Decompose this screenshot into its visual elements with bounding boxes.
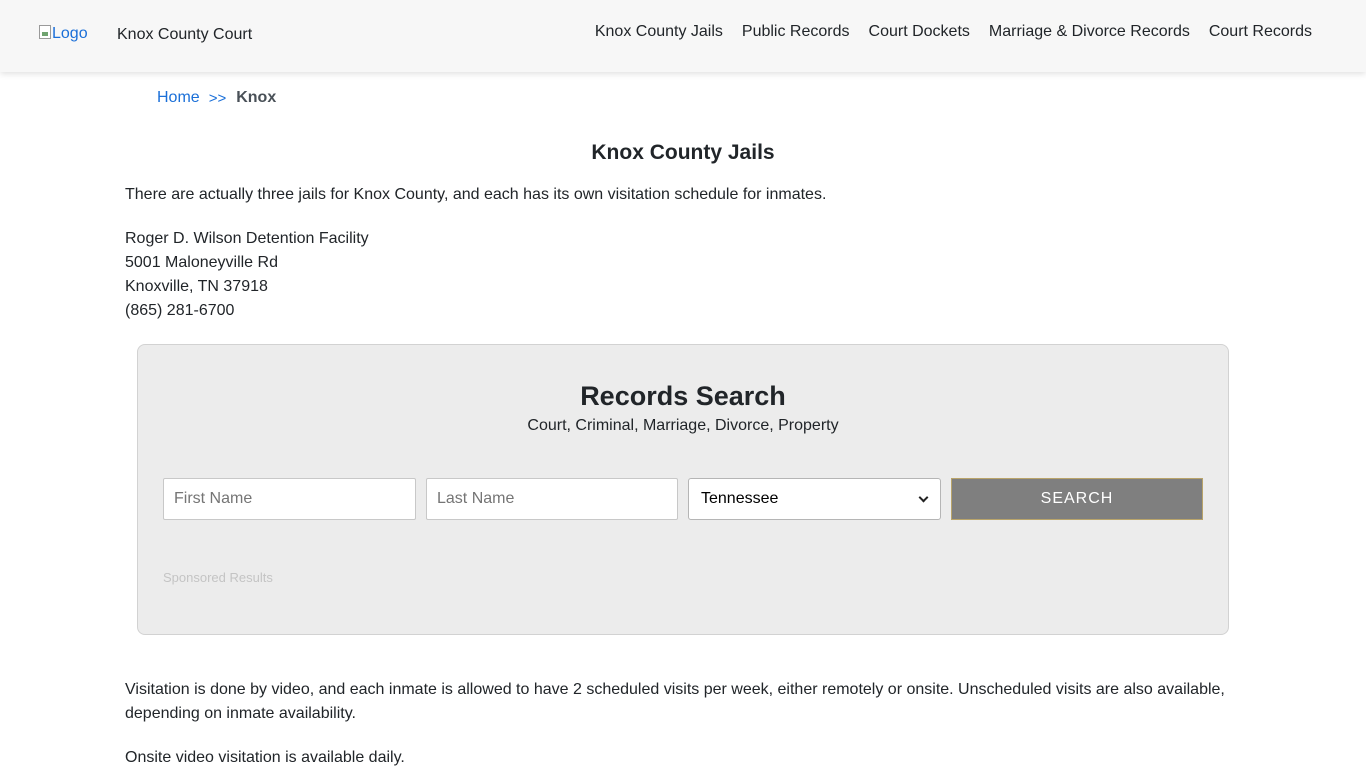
site-name[interactable]: Knox County Court	[117, 26, 252, 44]
sponsored-results-label: Sponsored Results	[163, 570, 273, 585]
breadcrumb-separator: >>	[208, 89, 227, 107]
intro-paragraph: There are actually three jails for Knox …	[125, 186, 827, 203]
records-search-panel: Records Search Court, Criminal, Marriage…	[137, 344, 1229, 635]
facility-city: Knoxville, TN 37918	[125, 278, 268, 295]
main-nav: Knox County Jails Public Records Court D…	[595, 23, 1312, 41]
broken-image-icon	[39, 25, 51, 39]
nav-link-marriage-divorce-records[interactable]: Marriage & Divorce Records	[989, 23, 1190, 41]
page-title: Knox County Jails	[591, 141, 775, 164]
search-button[interactable]: SEARCH	[951, 478, 1203, 520]
last-name-input[interactable]	[426, 478, 678, 520]
nav-link-court-records[interactable]: Court Records	[1209, 23, 1312, 41]
site-header: Logo Knox County Court Knox County Jails…	[0, 0, 1366, 72]
state-select-value: Tennessee	[701, 490, 779, 507]
nav-link-knox-county-jails[interactable]: Knox County Jails	[595, 23, 723, 41]
logo-alt-text: Logo	[52, 25, 88, 42]
nav-link-public-records[interactable]: Public Records	[742, 23, 850, 41]
nav-link-court-dockets[interactable]: Court Dockets	[869, 23, 970, 41]
facility-street: 5001 Maloneyville Rd	[125, 254, 278, 271]
search-subtitle: Court, Criminal, Marriage, Divorce, Prop…	[527, 417, 839, 434]
facility-name: Roger D. Wilson Detention Facility	[125, 230, 369, 247]
visitation-paragraph: Visitation is done by video, and each in…	[125, 681, 1225, 722]
breadcrumb-home-link[interactable]: Home	[157, 89, 200, 107]
site-logo[interactable]: Logo	[39, 25, 88, 43]
facility-address: Roger D. Wilson Detention Facility 5001 …	[125, 227, 1235, 323]
facility-phone: (865) 281-6700	[125, 302, 235, 319]
first-name-input[interactable]	[163, 478, 416, 520]
breadcrumb: Home >> Knox	[157, 89, 276, 107]
state-select[interactable]: Tennessee	[688, 478, 941, 520]
onsite-paragraph: Onsite video visitation is available dai…	[125, 749, 405, 766]
breadcrumb-current: Knox	[236, 89, 277, 106]
search-title: Records Search	[580, 381, 786, 411]
chevron-down-icon	[918, 492, 929, 502]
